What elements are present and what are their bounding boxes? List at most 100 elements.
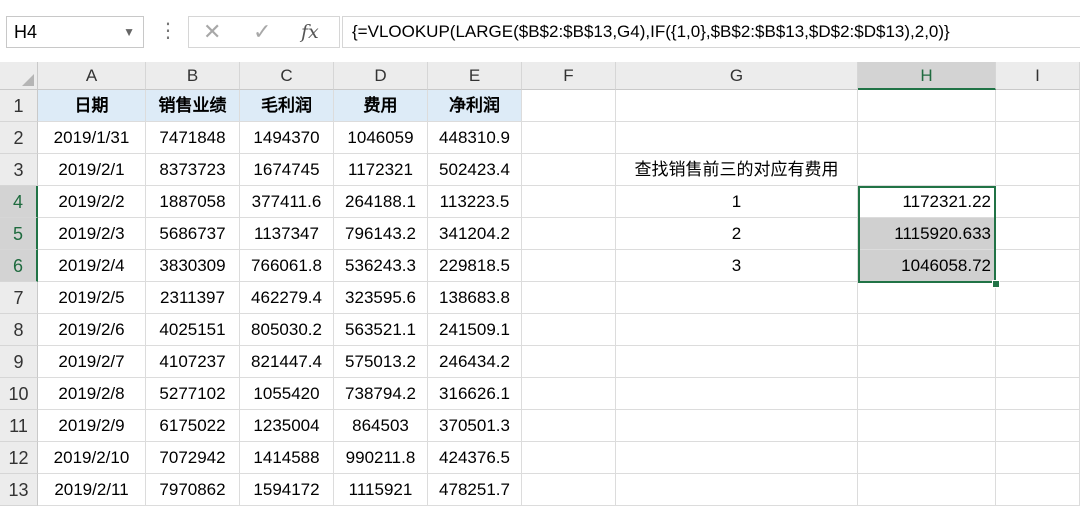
row-header-9[interactable]: 9 — [0, 346, 38, 378]
number-cell[interactable]: 4107237 — [146, 346, 240, 378]
number-cell[interactable]: 241509.1 — [428, 314, 522, 346]
number-cell[interactable]: 138683.8 — [428, 282, 522, 314]
row-header-1[interactable]: 1 — [0, 90, 38, 122]
fill-handle[interactable] — [992, 280, 1000, 288]
lookup-title-cell[interactable]: 查找销售前三的对应有费用 — [616, 154, 858, 186]
number-cell[interactable]: 502423.4 — [428, 154, 522, 186]
empty-cell[interactable] — [522, 314, 616, 346]
rank-cell[interactable]: 2 — [616, 218, 858, 250]
number-cell[interactable]: 5277102 — [146, 378, 240, 410]
number-cell[interactable]: 1172321 — [334, 154, 428, 186]
number-cell[interactable]: 323595.6 — [334, 282, 428, 314]
number-cell[interactable]: 796143.2 — [334, 218, 428, 250]
number-cell[interactable]: 5686737 — [146, 218, 240, 250]
number-cell[interactable]: 1594172 — [240, 474, 334, 506]
empty-cell[interactable] — [858, 474, 996, 506]
empty-cell[interactable] — [996, 346, 1080, 378]
date-cell[interactable]: 2019/2/4 — [38, 250, 146, 282]
lookup-result-cell[interactable]: 1046058.72 — [858, 250, 996, 282]
rank-cell[interactable]: 3 — [616, 250, 858, 282]
empty-cell[interactable] — [996, 122, 1080, 154]
empty-cell[interactable] — [996, 410, 1080, 442]
column-header-i[interactable]: I — [996, 62, 1080, 90]
empty-cell[interactable] — [858, 154, 996, 186]
column-header-c[interactable]: C — [240, 62, 334, 90]
empty-cell[interactable] — [858, 122, 996, 154]
number-cell[interactable]: 1887058 — [146, 186, 240, 218]
empty-cell[interactable] — [522, 442, 616, 474]
empty-cell[interactable] — [996, 250, 1080, 282]
column-header-e[interactable]: E — [428, 62, 522, 90]
number-cell[interactable]: 6175022 — [146, 410, 240, 442]
number-cell[interactable]: 2311397 — [146, 282, 240, 314]
date-cell[interactable]: 2019/2/3 — [38, 218, 146, 250]
column-header-d[interactable]: D — [334, 62, 428, 90]
empty-cell[interactable] — [616, 282, 858, 314]
number-cell[interactable]: 563521.1 — [334, 314, 428, 346]
table-header-cell[interactable]: 日期 — [38, 90, 146, 122]
row-header-12[interactable]: 12 — [0, 442, 38, 474]
formula-input[interactable]: {=VLOOKUP(LARGE($B$2:$B$13,G4),IF({1,0},… — [342, 16, 1080, 48]
empty-cell[interactable] — [616, 122, 858, 154]
number-cell[interactable]: 1046059 — [334, 122, 428, 154]
empty-cell[interactable] — [616, 90, 858, 122]
column-header-h[interactable]: H — [858, 62, 996, 90]
enter-check-icon[interactable]: ✓ — [253, 17, 271, 47]
empty-cell[interactable] — [522, 346, 616, 378]
row-header-6[interactable]: 6 — [0, 250, 38, 282]
empty-cell[interactable] — [616, 442, 858, 474]
empty-cell[interactable] — [522, 378, 616, 410]
number-cell[interactable]: 4025151 — [146, 314, 240, 346]
empty-cell[interactable] — [858, 378, 996, 410]
number-cell[interactable]: 377411.6 — [240, 186, 334, 218]
empty-cell[interactable] — [996, 154, 1080, 186]
row-header-13[interactable]: 13 — [0, 474, 38, 506]
number-cell[interactable]: 113223.5 — [428, 186, 522, 218]
empty-cell[interactable] — [858, 410, 996, 442]
empty-cell[interactable] — [858, 90, 996, 122]
empty-cell[interactable] — [616, 378, 858, 410]
chevron-down-icon[interactable]: ▼ — [123, 17, 135, 47]
table-header-cell[interactable]: 毛利润 — [240, 90, 334, 122]
empty-cell[interactable] — [522, 218, 616, 250]
empty-cell[interactable] — [996, 378, 1080, 410]
empty-cell[interactable] — [616, 474, 858, 506]
rank-cell[interactable]: 1 — [616, 186, 858, 218]
cancel-icon[interactable]: ✕ — [203, 17, 221, 47]
empty-cell[interactable] — [616, 410, 858, 442]
empty-cell[interactable] — [522, 122, 616, 154]
number-cell[interactable]: 821447.4 — [240, 346, 334, 378]
row-header-10[interactable]: 10 — [0, 378, 38, 410]
number-cell[interactable]: 7072942 — [146, 442, 240, 474]
number-cell[interactable]: 864503 — [334, 410, 428, 442]
number-cell[interactable]: 990211.8 — [334, 442, 428, 474]
date-cell[interactable]: 2019/2/1 — [38, 154, 146, 186]
number-cell[interactable]: 1494370 — [240, 122, 334, 154]
number-cell[interactable]: 738794.2 — [334, 378, 428, 410]
empty-cell[interactable] — [858, 314, 996, 346]
empty-cell[interactable] — [996, 314, 1080, 346]
table-header-cell[interactable]: 费用 — [334, 90, 428, 122]
number-cell[interactable]: 805030.2 — [240, 314, 334, 346]
column-header-a[interactable]: A — [38, 62, 146, 90]
empty-cell[interactable] — [858, 346, 996, 378]
empty-cell[interactable] — [616, 346, 858, 378]
number-cell[interactable]: 7471848 — [146, 122, 240, 154]
insert-function-icon[interactable]: fx — [301, 17, 319, 47]
number-cell[interactable]: 1137347 — [240, 218, 334, 250]
name-box[interactable]: H4 ▼ — [6, 16, 144, 48]
number-cell[interactable]: 229818.5 — [428, 250, 522, 282]
empty-cell[interactable] — [996, 218, 1080, 250]
empty-cell[interactable] — [858, 282, 996, 314]
row-header-7[interactable]: 7 — [0, 282, 38, 314]
number-cell[interactable]: 316626.1 — [428, 378, 522, 410]
number-cell[interactable]: 575013.2 — [334, 346, 428, 378]
date-cell[interactable]: 2019/1/31 — [38, 122, 146, 154]
number-cell[interactable]: 341204.2 — [428, 218, 522, 250]
number-cell[interactable]: 462279.4 — [240, 282, 334, 314]
empty-cell[interactable] — [522, 250, 616, 282]
column-header-f[interactable]: F — [522, 62, 616, 90]
number-cell[interactable]: 766061.8 — [240, 250, 334, 282]
number-cell[interactable]: 424376.5 — [428, 442, 522, 474]
date-cell[interactable]: 2019/2/6 — [38, 314, 146, 346]
